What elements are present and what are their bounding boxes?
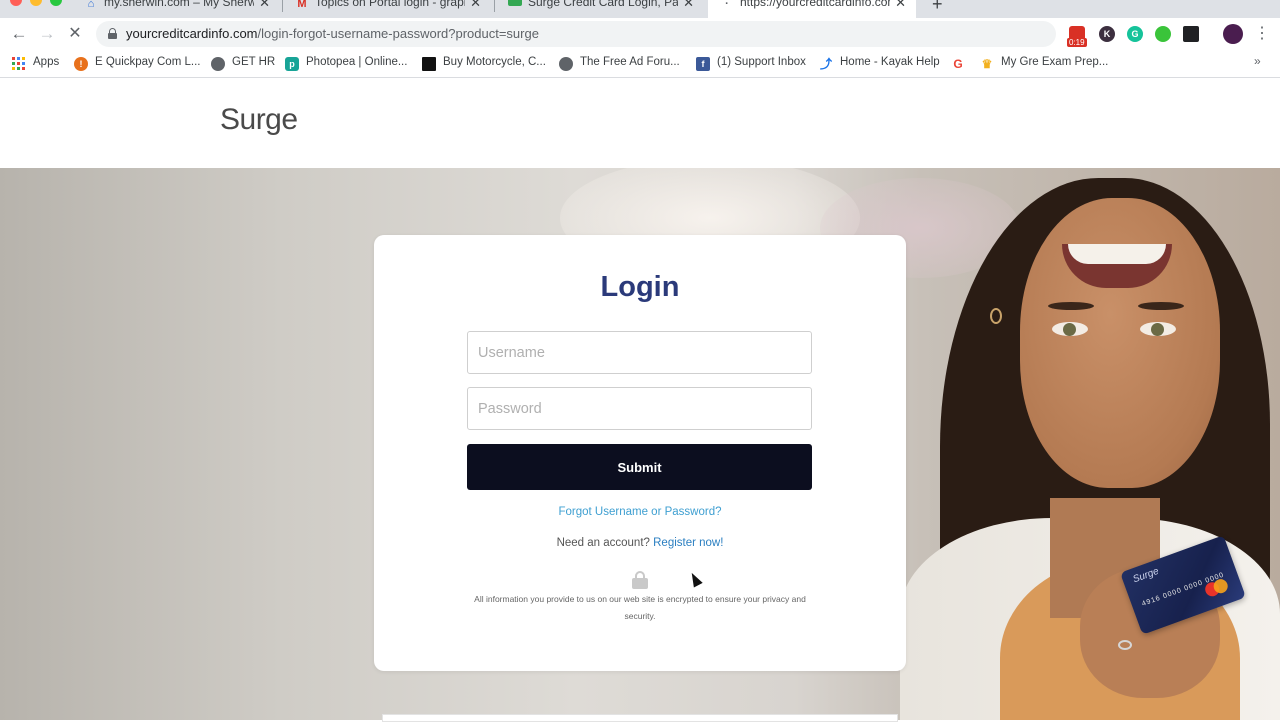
tab-strip: ⌂ my.sherwin.com – My Sherwin ✕ M Topics…	[0, 0, 1280, 18]
green-extension-icon[interactable]	[1155, 26, 1171, 42]
login-card: Login Submit Forgot Username or Password…	[374, 235, 906, 671]
ring	[1118, 640, 1132, 650]
kayak-icon: ⤴	[819, 57, 832, 71]
loading-icon: ·	[725, 0, 729, 10]
eye	[1140, 322, 1176, 336]
url-text[interactable]: yourcreditcardinfo.com/login-forgot-user…	[126, 26, 539, 41]
tab-current[interactable]: · https://yourcreditcardinfo.com ✕	[708, 0, 916, 18]
forward-icon[interactable]: →	[37, 24, 57, 44]
next-section-peek	[382, 714, 898, 722]
username-input[interactable]	[467, 331, 812, 374]
house-icon: ⌂	[87, 0, 95, 10]
register-link[interactable]: Register now!	[653, 537, 723, 549]
tab-gmail[interactable]: M Topics on Portal login - graphic ✕	[283, 0, 491, 18]
contacts-extension-icon[interactable]	[1183, 26, 1199, 42]
quickpay-icon: !	[74, 57, 88, 71]
eyebrow	[1138, 302, 1184, 310]
tab-surge-login[interactable]: Surge Credit Card Login, Paym ✕	[496, 0, 704, 18]
motorcycle-site-icon	[422, 57, 436, 71]
window-close-icon[interactable]	[10, 0, 22, 6]
card-icon	[508, 0, 522, 6]
site-header: Surge	[0, 79, 1280, 168]
bookmarks-overflow-icon[interactable]: »	[1254, 54, 1261, 68]
browser-toolbar: ← → ✕ yourcreditcardinfo.com/login-forgo…	[0, 18, 1280, 50]
tab-close-icon[interactable]: ✕	[470, 0, 481, 11]
extension-badge: 0:19	[1067, 38, 1087, 47]
lock-icon	[632, 571, 648, 589]
apps-grid-icon	[12, 57, 26, 71]
earring	[990, 308, 1002, 324]
facebook-icon: f	[696, 57, 710, 71]
eye	[1052, 322, 1088, 336]
tab-divider	[494, 0, 495, 12]
security-note: All information you provide to us on our…	[474, 594, 806, 621]
gmail-icon: M	[297, 0, 307, 10]
photopea-icon: p	[285, 57, 299, 71]
new-tab-icon[interactable]: +	[932, 0, 943, 15]
bookmarks-bar: Apps ! E Quickpay Com L... GET HR p Phot…	[0, 50, 1280, 78]
back-icon[interactable]: ←	[9, 24, 29, 44]
globe-icon	[559, 57, 573, 71]
crown-icon: ♛	[981, 57, 993, 71]
tab-sherwin[interactable]: ⌂ my.sherwin.com – My Sherwin ✕	[72, 0, 280, 18]
forgot-credentials-link[interactable]: Forgot Username or Password?	[374, 506, 906, 518]
google-icon: G	[953, 57, 963, 71]
stop-loading-icon[interactable]: ✕	[65, 24, 85, 44]
eyebrow	[1048, 302, 1094, 310]
address-bar[interactable]: yourcreditcardinfo.com/login-forgot-user…	[96, 21, 1144, 47]
profile-avatar[interactable]	[1223, 24, 1243, 44]
tab-close-icon[interactable]: ✕	[683, 0, 694, 11]
globe-icon	[211, 57, 225, 71]
woman-face	[1020, 198, 1220, 488]
register-prompt: Need an account? Register now!	[556, 537, 724, 549]
lock-icon[interactable]	[108, 28, 117, 39]
grammarly-icon[interactable]: G	[1127, 26, 1143, 42]
surge-logo[interactable]: Surge	[220, 103, 298, 137]
login-title: Login	[600, 271, 680, 303]
k-extension-icon[interactable]: K	[1099, 26, 1115, 42]
password-input[interactable]	[467, 387, 812, 430]
window-minimize-icon[interactable]	[30, 0, 42, 6]
window-zoom-icon[interactable]	[50, 0, 62, 6]
tab-close-icon[interactable]: ✕	[259, 0, 270, 11]
browser-menu-icon[interactable]: ⋮	[1254, 23, 1270, 43]
woman-teeth	[1068, 244, 1166, 264]
submit-button[interactable]: Submit	[467, 444, 812, 490]
tab-close-icon[interactable]: ✕	[895, 0, 906, 11]
